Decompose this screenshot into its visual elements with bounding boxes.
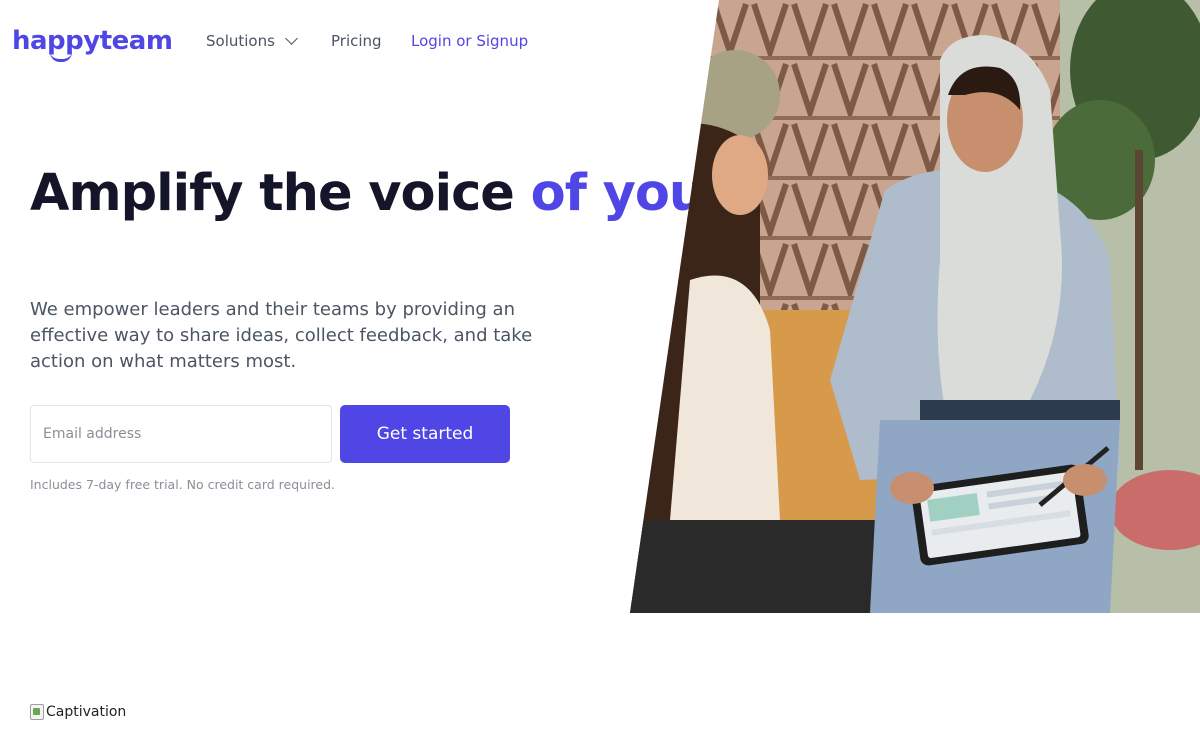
- chevron-down-icon: [285, 32, 298, 45]
- trial-note: Includes 7-day free trial. No credit car…: [30, 477, 336, 492]
- captivation-alt-text: Captivation: [46, 704, 127, 720]
- get-started-button[interactable]: Get started: [340, 405, 510, 463]
- logo[interactable]: happyteam: [12, 26, 173, 56]
- nav-login-signup[interactable]: Login or Signup: [411, 32, 528, 50]
- nav-solutions[interactable]: Solutions: [206, 32, 298, 50]
- hero-photo: [630, 0, 1200, 613]
- nav-solutions-label: Solutions: [206, 32, 275, 50]
- captivation-image: Captivation: [30, 704, 126, 720]
- hero-subtext: We empower leaders and their teams by pr…: [30, 299, 533, 372]
- nav-login-label: Login or Signup: [411, 32, 529, 50]
- logo-smile-mark: [50, 52, 72, 62]
- nav-pricing-label: Pricing: [331, 32, 382, 50]
- nav-pricing[interactable]: Pricing: [331, 32, 382, 50]
- email-input[interactable]: [30, 405, 332, 463]
- broken-image-icon: [30, 704, 44, 720]
- hero-headline-main: Amplify the voice: [30, 164, 531, 223]
